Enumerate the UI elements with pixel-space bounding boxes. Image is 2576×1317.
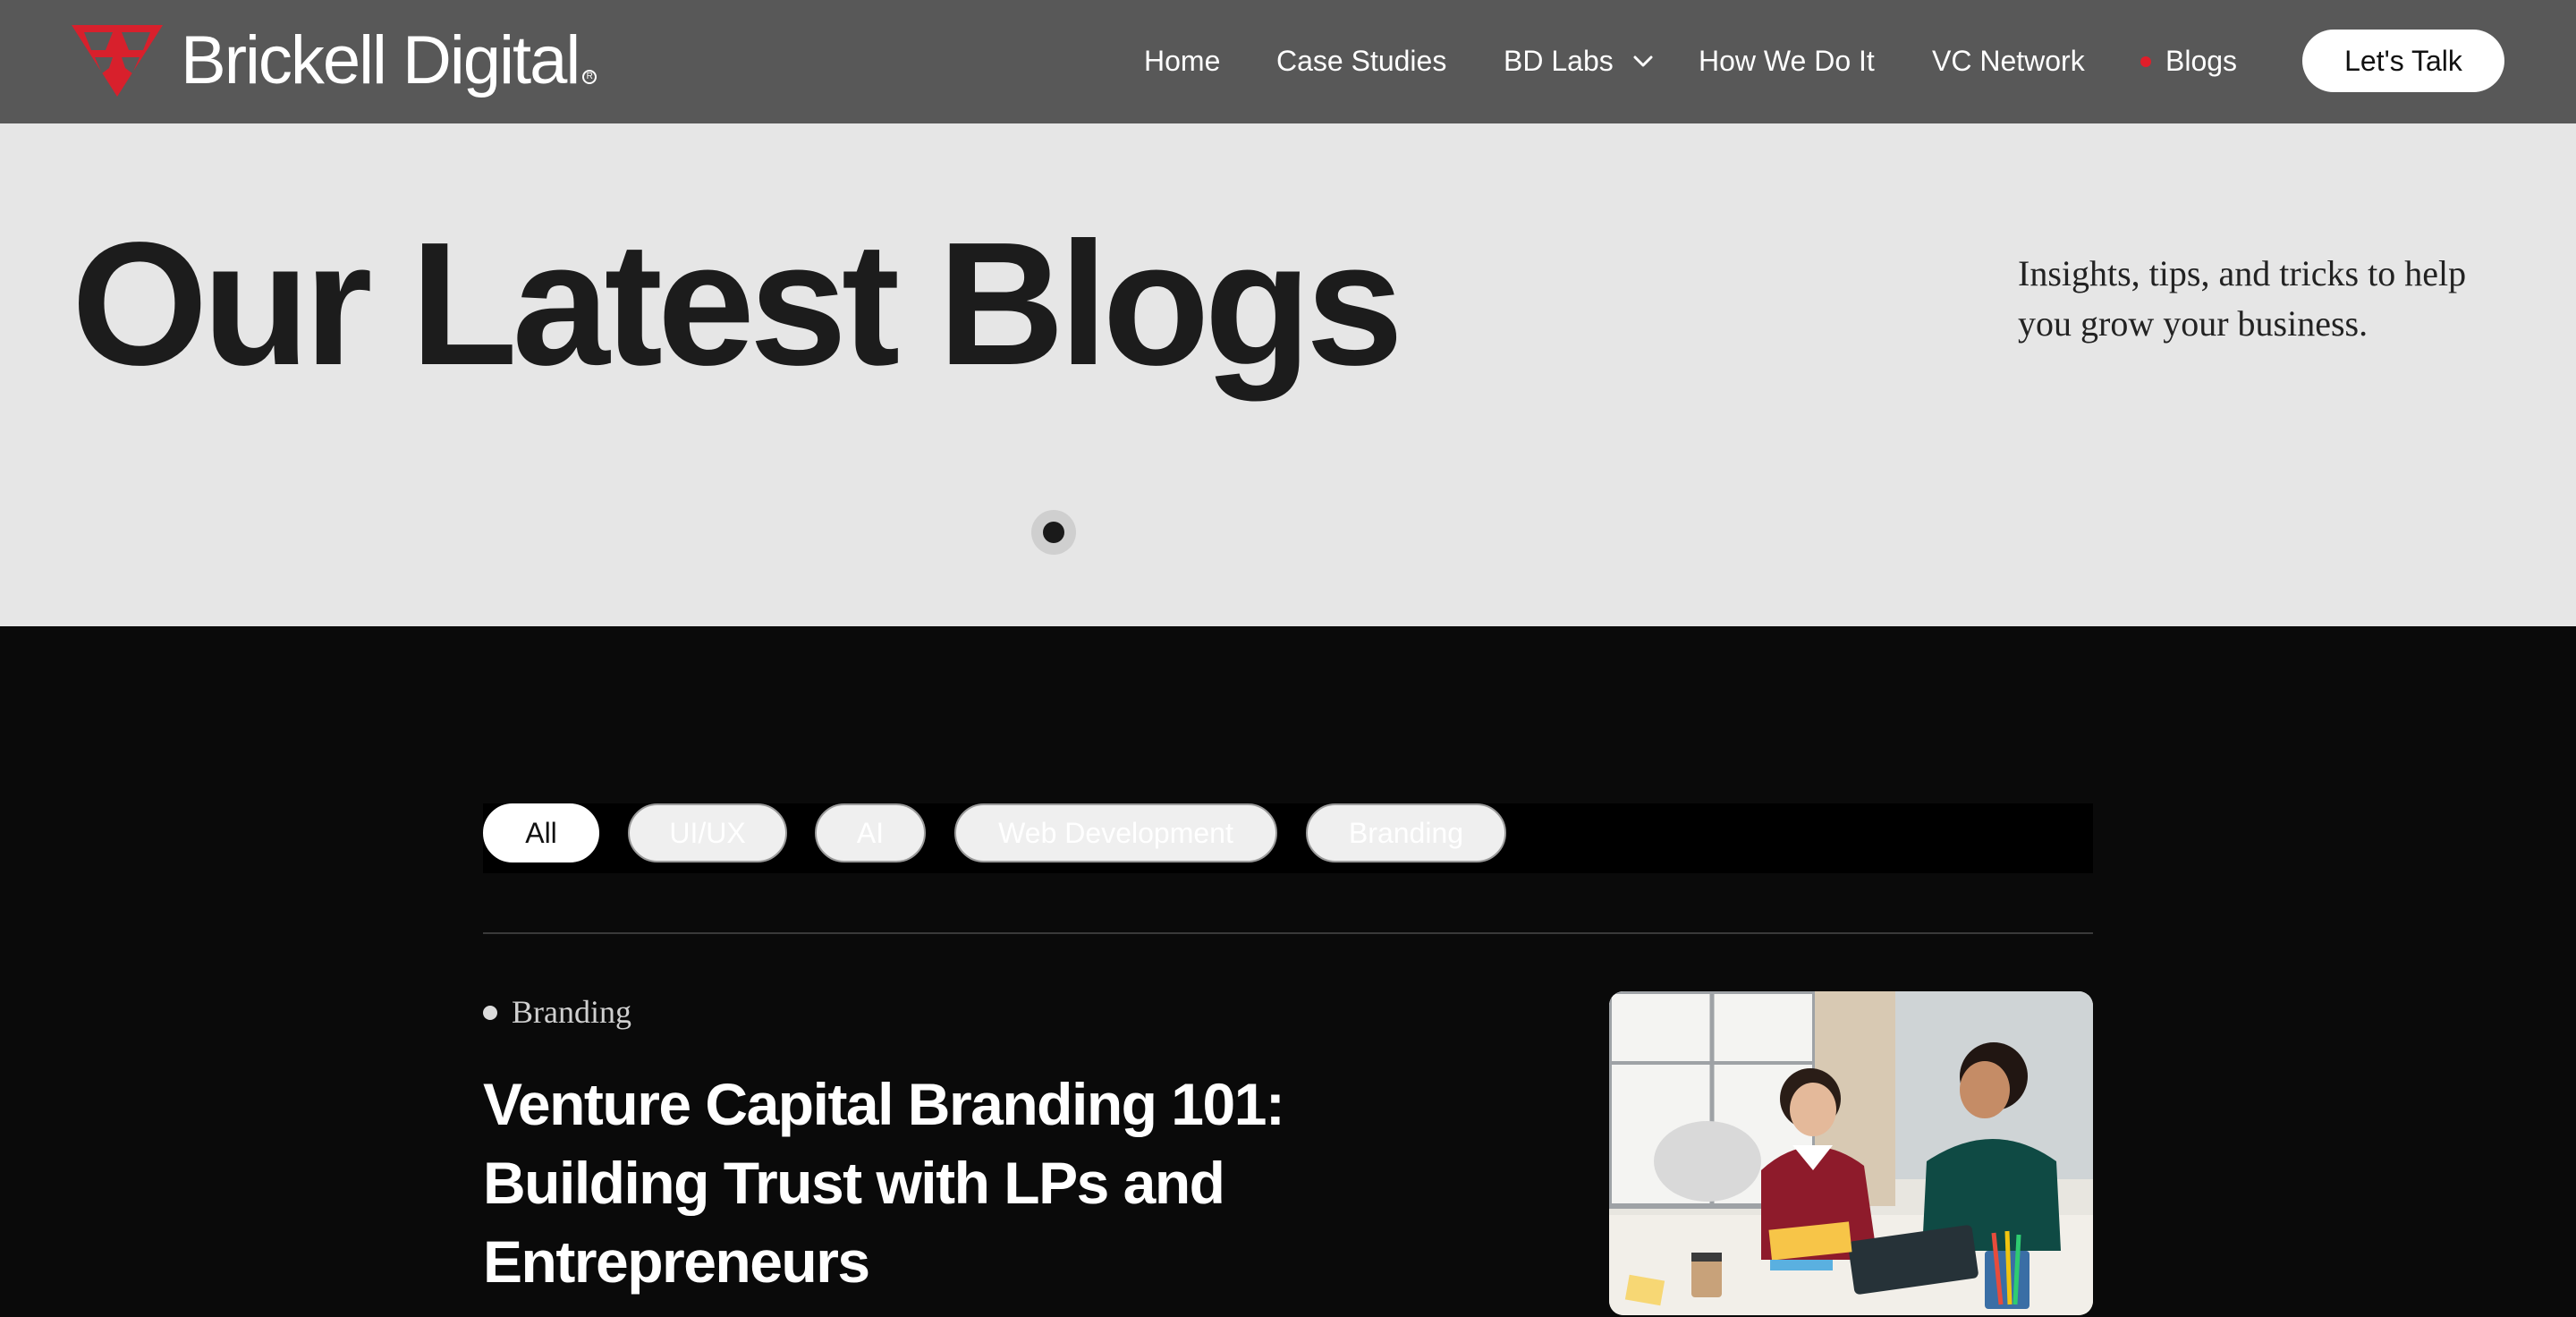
- blog-list-section: All UI/UX AI Web Development Branding Br…: [0, 626, 2576, 1317]
- section-divider: [483, 932, 2093, 934]
- registered-mark-letter: R: [586, 72, 593, 81]
- top-navbar: Brickell Digital R Home Case Studies BD …: [0, 0, 2576, 123]
- category-filter-bar: All UI/UX AI Web Development Branding: [483, 803, 2093, 873]
- chevron-down-icon[interactable]: [1631, 50, 1655, 73]
- post-thumbnail-image[interactable]: [1609, 991, 2093, 1315]
- post-category: Branding: [512, 994, 631, 1030]
- filter-ui-ux[interactable]: UI/UX: [628, 803, 787, 862]
- nav-link-vc-network[interactable]: VC Network: [1932, 41, 2085, 81]
- filter-web-development[interactable]: Web Development: [954, 803, 1277, 862]
- category-bullet-icon: [483, 1006, 497, 1020]
- page-title: Our Latest Blogs: [72, 206, 1403, 402]
- filter-ai[interactable]: AI: [815, 803, 926, 862]
- filter-all[interactable]: All: [483, 803, 599, 862]
- hero-subtitle: Insights, tips, and tricks to help you g…: [2018, 253, 2467, 344]
- hero-section: Our Latest Blogs Insights, tips, and tri…: [0, 123, 2576, 626]
- registered-mark-icon: R: [582, 70, 597, 84]
- nav-link-bd-labs[interactable]: BD Labs: [1504, 41, 1614, 81]
- filter-branding[interactable]: Branding: [1306, 803, 1506, 862]
- bd-logo-icon: [72, 25, 163, 97]
- nav-link-blogs[interactable]: Blogs: [2165, 41, 2237, 81]
- active-indicator-dot: [2140, 56, 2151, 67]
- office-photo-illustration: [1609, 991, 2093, 1315]
- scroll-dot-inner: [1043, 522, 1064, 543]
- nav-link-case-studies[interactable]: Case Studies: [1276, 41, 1446, 81]
- brand-name: Brickell Digital: [181, 22, 580, 98]
- nav-link-how-we-do-it[interactable]: How We Do It: [1699, 41, 1875, 81]
- post-title[interactable]: Venture Capital Branding 101: Building T…: [483, 1065, 1377, 1301]
- brand-logo[interactable]: Brickell Digital R: [72, 23, 597, 98]
- lets-talk-button[interactable]: Let's Talk: [2302, 30, 2504, 92]
- nav-link-home[interactable]: Home: [1144, 41, 1220, 81]
- scroll-cursor-indicator: [1031, 510, 1076, 555]
